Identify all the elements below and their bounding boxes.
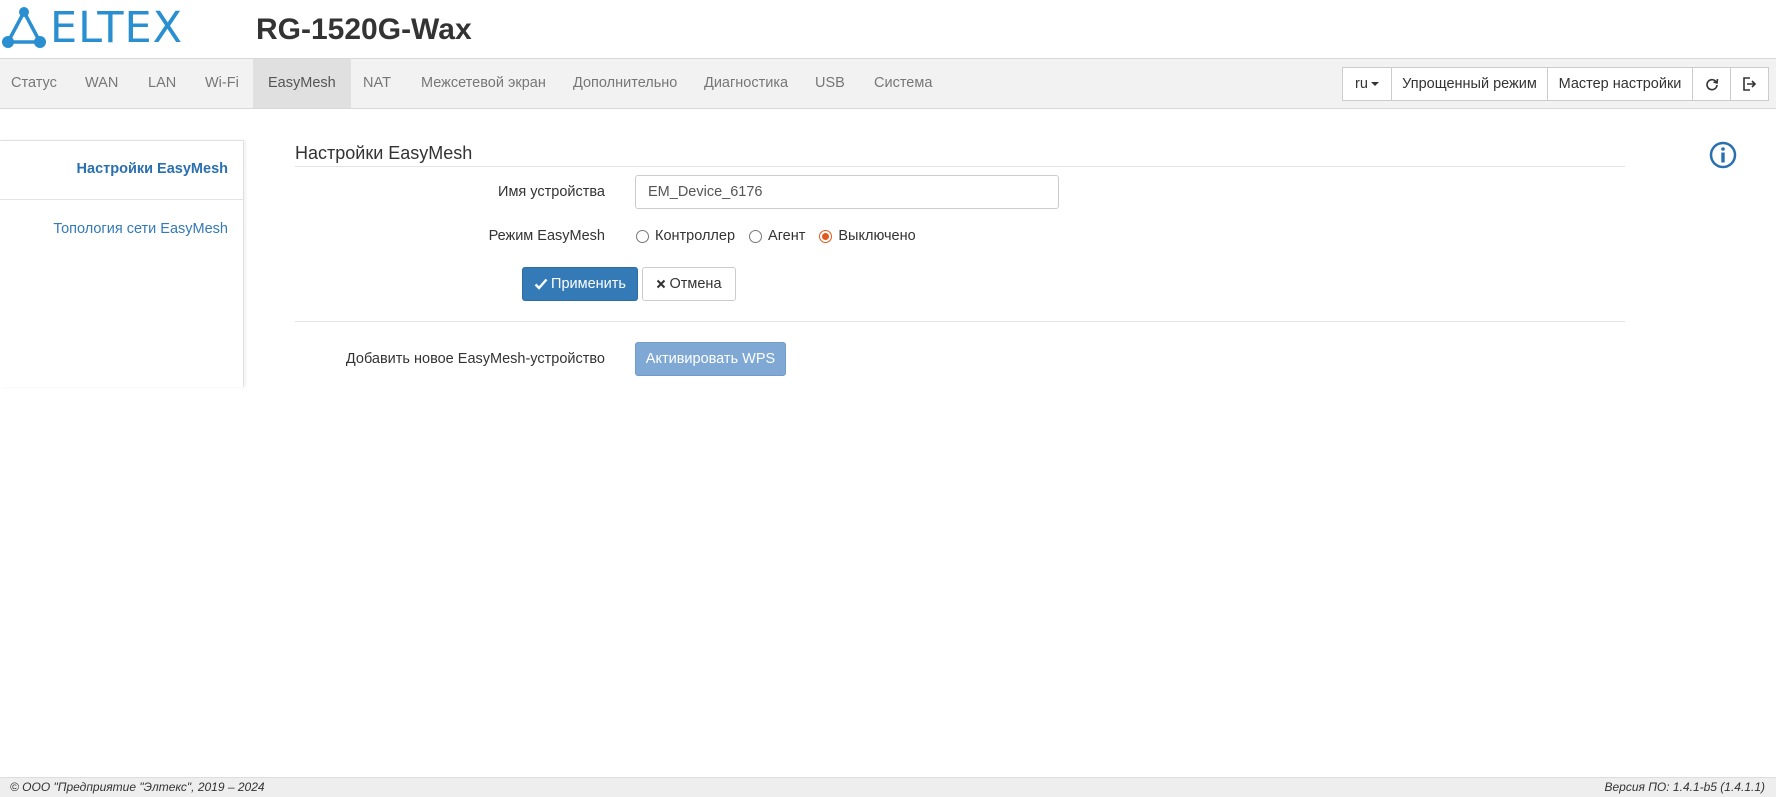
top-navbar: Статус WAN LAN Wi-Fi EasyMesh NAT Межсет…	[0, 58, 1776, 109]
eltex-logo[interactable]: ELTEX	[2, 6, 183, 50]
cancel-button[interactable]: Отмена	[642, 267, 736, 301]
sidebar: Настройки EasyMesh Топология сети EasyMe…	[0, 140, 244, 387]
header: ELTEX RG-1520G-Wax	[0, 0, 1776, 58]
sidebar-item-easymesh-topology[interactable]: Топология сети EasyMesh	[53, 221, 228, 237]
nav-status[interactable]: Статус	[0, 59, 72, 108]
add-device-label: Добавить новое EasyMesh-устройство	[345, 351, 605, 367]
radio-disabled[interactable]: Выключено	[819, 228, 916, 244]
nav-diagnostics[interactable]: Диагностика	[689, 59, 803, 108]
logo-text: ELTEX	[50, 3, 184, 53]
nav-wan[interactable]: WAN	[70, 59, 133, 108]
sidebar-divider	[0, 199, 244, 200]
close-icon	[657, 279, 666, 289]
nav-usb[interactable]: USB	[800, 59, 860, 108]
radio-agent[interactable]: Агент	[749, 228, 805, 244]
cancel-button-label: Отмена	[669, 276, 722, 292]
device-name-label: Имя устройства	[498, 184, 605, 200]
copyright-text: © ООО "Предприятие "Элтекс", 2019 – 2024	[10, 780, 265, 794]
radio-button[interactable]	[749, 229, 763, 243]
radio-disabled-label[interactable]: Выключено	[838, 228, 915, 244]
activate-wps-button[interactable]: Активировать WPS	[635, 342, 786, 376]
refresh-button[interactable]	[1692, 67, 1731, 101]
section-divider	[295, 321, 1625, 322]
sidebar-item-easymesh-settings[interactable]: Настройки EasyMesh	[77, 161, 228, 177]
apply-button[interactable]: Применить	[522, 267, 638, 301]
refresh-icon	[1705, 79, 1718, 91]
nav-nat[interactable]: NAT	[348, 59, 406, 108]
easymesh-mode-label: Режим EasyMesh	[488, 228, 605, 244]
caret-down-icon	[1370, 82, 1379, 87]
nav-lan[interactable]: LAN	[133, 59, 191, 108]
radio-button-checked[interactable]	[819, 229, 833, 243]
nav-firewall[interactable]: Межсетевой экран	[406, 59, 561, 108]
network-nodes-icon	[2, 7, 46, 48]
nav-easymesh[interactable]: EasyMesh	[253, 59, 351, 108]
apply-button-label: Применить	[551, 276, 626, 292]
radio-controller-label[interactable]: Контроллер	[655, 228, 735, 244]
checkmark-icon	[534, 278, 548, 290]
nav-wifi[interactable]: Wi-Fi	[190, 59, 254, 108]
info-icon[interactable]	[1709, 141, 1737, 169]
nav-advanced[interactable]: Дополнительно	[558, 59, 692, 108]
nav-system[interactable]: Система	[859, 59, 947, 108]
logout-button[interactable]	[1730, 67, 1769, 101]
device-name-input[interactable]	[635, 175, 1059, 209]
language-dropdown[interactable]: ru	[1342, 67, 1392, 101]
radio-agent-label[interactable]: Агент	[768, 228, 805, 244]
simple-mode-button[interactable]: Упрощенный режим	[1391, 67, 1548, 101]
setup-wizard-button[interactable]: Мастер настройки	[1547, 67, 1693, 101]
language-value: ru	[1355, 76, 1368, 92]
firmware-version: Версия ПО: 1.4.1-b5 (1.4.1.1)	[1604, 780, 1765, 794]
title-divider	[295, 166, 1625, 167]
easymesh-mode-radio-group: Контроллер Агент Выключено	[636, 226, 930, 246]
page-title: Настройки EasyMesh	[295, 143, 473, 163]
footer: © ООО "Предприятие "Элтекс", 2019 – 2024…	[0, 777, 1776, 797]
logout-icon	[1743, 77, 1757, 91]
radio-controller[interactable]: Контроллер	[636, 228, 735, 244]
device-model-title: RG-1520G-Wax	[256, 13, 472, 46]
radio-button[interactable]	[636, 229, 649, 243]
